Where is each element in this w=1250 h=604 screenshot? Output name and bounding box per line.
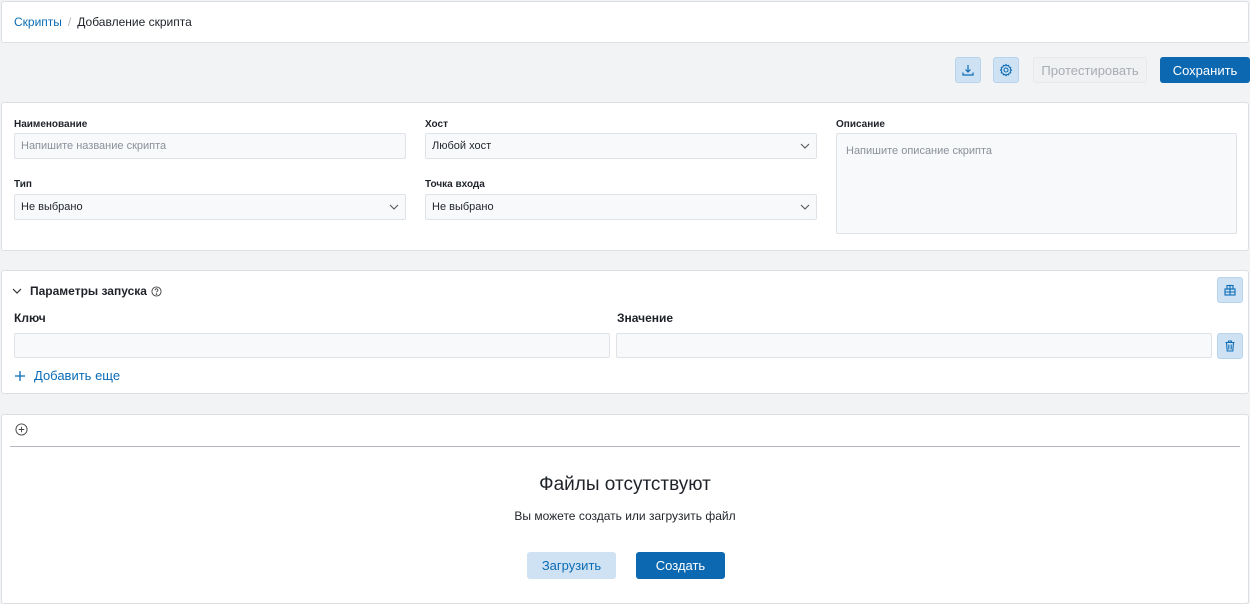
entry-point-label: Точка входа bbox=[425, 179, 485, 190]
gear-icon bbox=[999, 63, 1013, 77]
chevron-down-icon bbox=[800, 204, 810, 210]
launch-params-panel: Параметры запуска Ключ Значение Добавить… bbox=[1, 270, 1249, 394]
upload-button[interactable]: Загрузить bbox=[527, 552, 616, 579]
launch-params-title: Параметры запуска bbox=[30, 284, 147, 298]
param-key-input[interactable] bbox=[14, 333, 610, 358]
description-placeholder: Напишите описание скрипта bbox=[846, 145, 993, 157]
name-input[interactable]: Напишите название скрипта bbox=[14, 133, 406, 159]
create-button[interactable]: Создать bbox=[636, 552, 725, 579]
download-icon bbox=[962, 65, 974, 76]
files-empty-title: Файлы отсутствуют bbox=[539, 474, 711, 495]
entry-point-value: Не выбрано bbox=[432, 201, 494, 213]
help-icon[interactable] bbox=[151, 285, 162, 297]
trash-icon bbox=[1225, 340, 1235, 352]
type-value: Не выбрано bbox=[21, 201, 83, 213]
test-button[interactable]: Протестировать bbox=[1033, 57, 1147, 83]
import-params-button[interactable] bbox=[1217, 277, 1243, 303]
breadcrumb: Скрипты / Добавление скрипта bbox=[1, 1, 1249, 43]
param-value-input[interactable] bbox=[616, 333, 1212, 358]
host-select[interactable]: Любой хост bbox=[425, 133, 817, 159]
settings-button[interactable] bbox=[993, 57, 1019, 83]
chevron-down-icon bbox=[12, 288, 22, 294]
add-more-link[interactable]: Добавить еще bbox=[15, 368, 120, 383]
breadcrumb-link-scripts[interactable]: Скрипты bbox=[14, 15, 62, 29]
value-column-header: Значение bbox=[617, 311, 674, 325]
name-label: Наименование bbox=[14, 119, 88, 130]
launch-params-header[interactable]: Параметры запуска bbox=[12, 284, 162, 298]
delete-param-button[interactable] bbox=[1217, 333, 1243, 359]
add-circle-icon[interactable] bbox=[15, 423, 28, 436]
host-label: Хост bbox=[425, 119, 448, 130]
key-column-header: Ключ bbox=[14, 311, 46, 325]
files-panel: Файлы отсутствуют Вы можете создать или … bbox=[1, 414, 1249, 604]
type-select[interactable]: Не выбрано bbox=[14, 194, 406, 220]
chevron-down-icon bbox=[389, 204, 399, 210]
description-textarea[interactable]: Напишите описание скрипта bbox=[836, 133, 1237, 234]
plus-icon bbox=[15, 370, 25, 381]
toolbar: Протестировать Сохранить bbox=[943, 57, 1250, 83]
description-label: Описание bbox=[836, 119, 885, 130]
files-divider bbox=[10, 446, 1240, 447]
host-value: Любой хост bbox=[432, 140, 492, 152]
script-form: Наименование Напишите название скрипта Х… bbox=[1, 102, 1249, 251]
page-title: Добавление скрипта bbox=[77, 15, 192, 29]
download-button[interactable] bbox=[955, 57, 981, 83]
add-more-label: Добавить еще bbox=[34, 368, 121, 383]
save-button[interactable]: Сохранить bbox=[1160, 57, 1250, 83]
name-placeholder: Напишите название скрипта bbox=[21, 140, 167, 152]
type-label: Тип bbox=[14, 179, 32, 190]
breadcrumb-separator: / bbox=[67, 15, 72, 29]
files-empty-subtitle: Вы можете создать или загрузить файл bbox=[514, 509, 736, 523]
chevron-down-icon bbox=[800, 143, 810, 149]
entry-point-select[interactable]: Не выбрано bbox=[425, 194, 817, 220]
package-icon bbox=[1224, 284, 1236, 296]
